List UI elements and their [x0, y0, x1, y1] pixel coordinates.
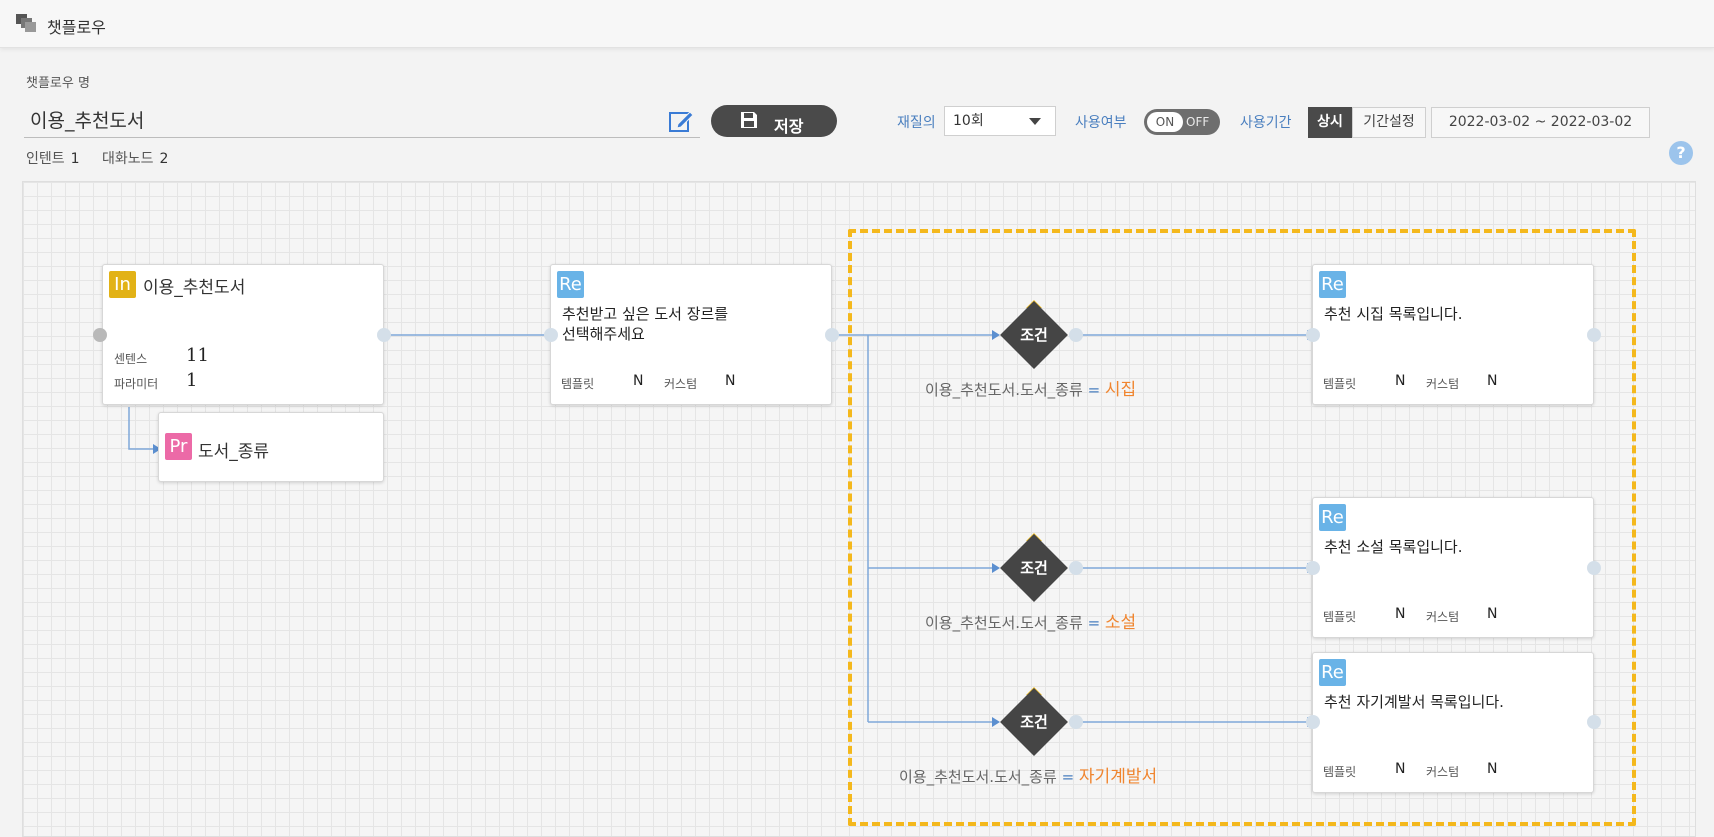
condition-expression: 이용_추천도서.도서_종류 = 소설 [925, 608, 1136, 633]
response-node[interactable]: Re 추천 소설 목록입니다. 템플릿 N 커스텀 N [1312, 497, 1594, 638]
response-output-port[interactable] [1587, 328, 1601, 342]
custom-value: N [1487, 606, 1498, 622]
dialog-node-count: 2 [159, 151, 169, 167]
response-badge: Re [1319, 504, 1346, 531]
toggle-on-label: ON [1147, 112, 1183, 132]
response-text: 추천 소설 목록입니다. [1324, 538, 1463, 556]
chatflow-name-input[interactable] [24, 102, 700, 138]
template-value: N [1395, 761, 1406, 777]
parameter-node-title: 도서_종류 [198, 442, 270, 462]
response-text-line1: 추천받고 싶은 도서 장르를 [562, 305, 729, 323]
condition-node[interactable]: 조건 [999, 687, 1069, 757]
response-output-port[interactable] [1587, 561, 1601, 575]
response-output-port[interactable] [1587, 715, 1601, 729]
condition-output-port[interactable] [1069, 561, 1083, 575]
condition-expression: 이용_추천도서.도서_종류 = 시집 [925, 375, 1136, 400]
condition-label: 조건 [1020, 559, 1048, 577]
sentence-count: 11 [186, 345, 209, 366]
intent-badge: In [109, 271, 136, 298]
intent-count: 1 [70, 151, 80, 167]
custom-value: N [725, 373, 736, 389]
condition-expression: 이용_추천도서.도서_종류 = 자기계발서 [899, 762, 1157, 787]
dialog-node-count-label: 대화노드 [102, 151, 154, 167]
period-label: 사용기간 [1240, 115, 1292, 131]
chatflow-name-label: 챗플로우 명 [26, 76, 90, 91]
condition-operator: = [1061, 768, 1075, 786]
response-input-port[interactable] [1306, 561, 1320, 575]
template-label: 템플릿 [1323, 765, 1357, 779]
save-button-label: 저장 [774, 117, 804, 136]
edit-icon[interactable] [668, 108, 694, 134]
usage-label: 사용여부 [1075, 115, 1127, 131]
condition-operator: = [1087, 381, 1101, 399]
condition-node[interactable]: 조건 [999, 533, 1069, 603]
custom-label: 커스텀 [1426, 377, 1460, 391]
condition-value: 소설 [1104, 613, 1137, 633]
stats-row: 인텐트 1 대화노드 2 [26, 148, 186, 168]
response-text: 추천 시집 목록입니다. [1324, 305, 1463, 323]
custom-label: 커스텀 [1426, 610, 1460, 624]
condition-node[interactable]: 조건 [999, 300, 1069, 370]
response-input-port[interactable] [1306, 715, 1320, 729]
template-label: 템플릿 [1323, 610, 1357, 624]
parameter-node[interactable]: Pr 도서_종류 [158, 412, 384, 482]
condition-field: 이용_추천도서.도서_종류 [925, 614, 1083, 632]
stacked-windows-icon [16, 14, 36, 32]
template-label: 템플릿 [561, 377, 595, 391]
help-icon[interactable]: ? [1669, 141, 1693, 165]
intent-node[interactable]: In 이용_추천도서 센텐스 11 파라미터 1 [102, 264, 384, 405]
intent-count-label: 인텐트 [26, 151, 65, 167]
custom-label: 커스텀 [664, 377, 698, 391]
response-badge: Re [557, 271, 584, 298]
save-button[interactable]: 저장 [711, 105, 837, 137]
usage-toggle[interactable]: ON OFF [1144, 109, 1220, 135]
sentence-label: 센텐스 [114, 352, 148, 366]
response-main-output-port[interactable] [825, 328, 839, 342]
retry-label: 재질의 [897, 115, 936, 131]
custom-label: 커스텀 [1426, 765, 1460, 779]
template-label: 템플릿 [1323, 377, 1357, 391]
parameter-badge: Pr [165, 433, 192, 460]
condition-output-port[interactable] [1069, 328, 1083, 342]
period-setting-button[interactable]: 기간설정 [1352, 107, 1426, 138]
condition-value: 자기계발서 [1078, 767, 1158, 787]
toggle-off-label: OFF [1186, 115, 1210, 129]
condition-field: 이용_추천도서.도서_종류 [925, 381, 1083, 399]
condition-operator: = [1087, 614, 1101, 632]
template-value: N [633, 373, 644, 389]
chevron-down-icon [1029, 118, 1041, 125]
response-main-input-port[interactable] [544, 328, 558, 342]
custom-value: N [1487, 373, 1498, 389]
param-label: 파라미터 [114, 377, 159, 391]
date-range-field[interactable]: 2022-03-02 ~ 2022-03-02 [1431, 107, 1650, 138]
condition-output-port[interactable] [1069, 715, 1083, 729]
condition-field: 이용_추천도서.도서_종류 [899, 768, 1057, 786]
template-value: N [1395, 373, 1406, 389]
response-badge: Re [1319, 659, 1346, 686]
app-title: 챗플로우 [47, 18, 106, 37]
response-node[interactable]: Re 추천 자기계발서 목록입니다. 템플릿 N 커스텀 N [1312, 652, 1594, 793]
retry-value: 10회 [953, 113, 984, 129]
intent-output-port[interactable] [377, 328, 391, 342]
response-node[interactable]: Re 추천 시집 목록입니다. 템플릿 N 커스텀 N [1312, 264, 1594, 405]
retry-select[interactable]: 10회 [944, 106, 1056, 136]
response-text: 추천 자기계발서 목록입니다. [1324, 693, 1504, 711]
template-value: N [1395, 606, 1406, 622]
custom-value: N [1487, 761, 1498, 777]
flow-canvas[interactable]: In 이용_추천도서 센텐스 11 파라미터 1 Pr 도서_종류 Re 추천받… [22, 181, 1696, 837]
param-count: 1 [186, 370, 198, 391]
response-text-line2: 선택해주세요 [562, 325, 645, 343]
condition-label: 조건 [1020, 326, 1048, 344]
response-badge: Re [1319, 271, 1346, 298]
condition-value: 시집 [1104, 380, 1137, 400]
intent-node-title: 이용_추천도서 [143, 278, 246, 298]
response-input-port[interactable] [1306, 328, 1320, 342]
save-disk-icon [741, 112, 757, 128]
condition-label: 조건 [1020, 713, 1048, 731]
edge-intent-to-param [128, 407, 153, 450]
response-node-main[interactable]: Re 추천받고 싶은 도서 장르를 선택해주세요 템플릿 N 커스텀 N [550, 264, 832, 405]
top-bar: 챗플로우 [0, 0, 1714, 48]
intent-input-port[interactable] [93, 328, 107, 342]
period-always-button[interactable]: 상시 [1308, 107, 1352, 138]
